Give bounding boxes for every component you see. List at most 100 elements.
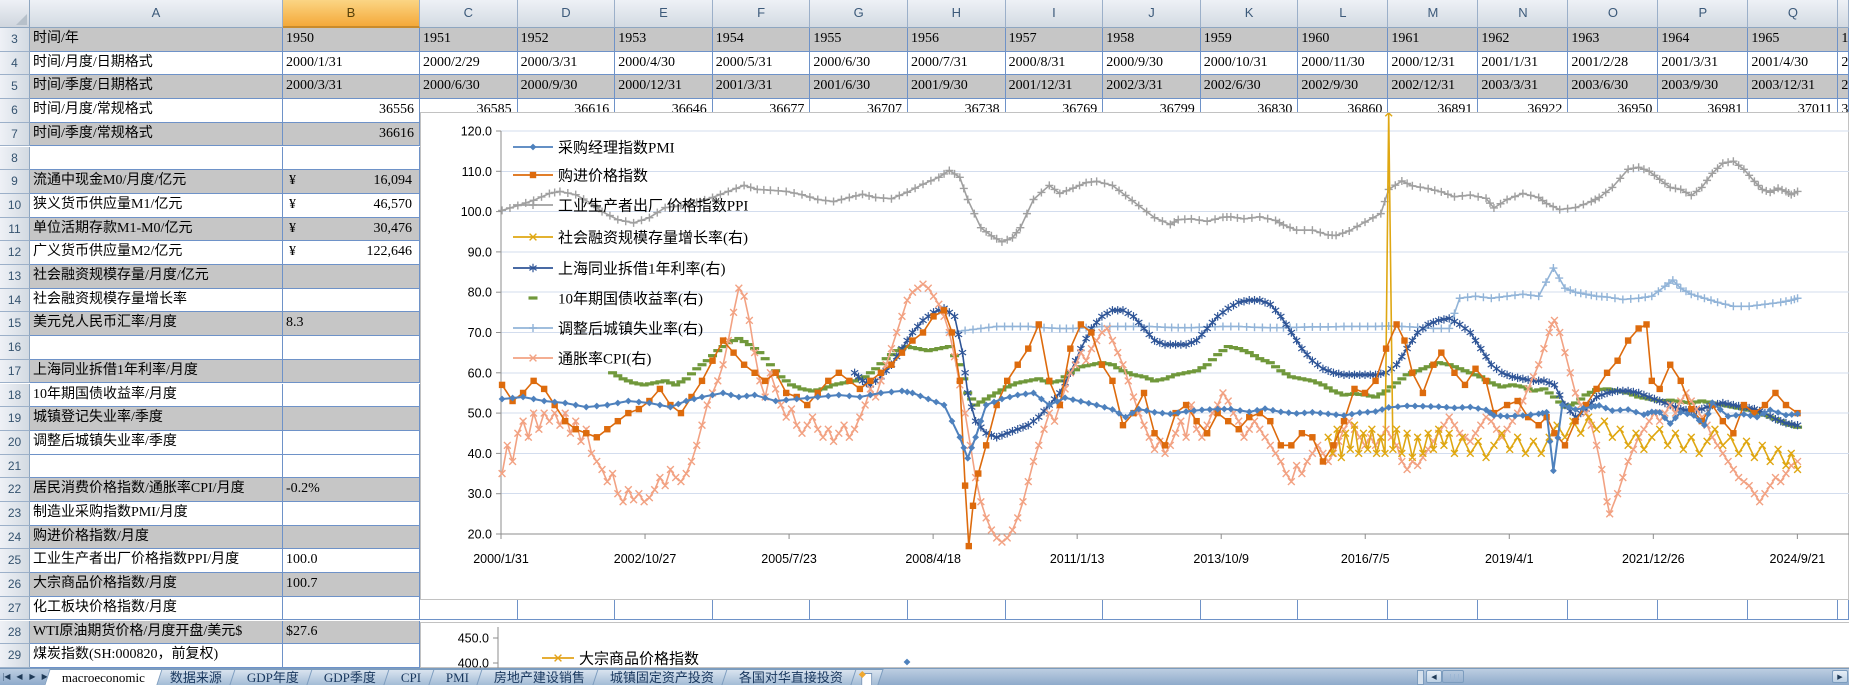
cell-B16[interactable] [283, 336, 420, 360]
row-header-22[interactable]: 22 [0, 478, 30, 502]
column-header-J[interactable]: J [1103, 0, 1201, 28]
cell-A7[interactable]: 时间/季度/常规格式 [30, 122, 283, 147]
cell-B28[interactable]: $27.6 [283, 620, 420, 645]
cell-D3[interactable]: 1952 [517, 28, 616, 52]
cell-F4[interactable]: 2000/5/31 [712, 51, 811, 76]
cell-L3[interactable]: 1960 [1298, 28, 1389, 52]
cell-I5[interactable]: 2001/12/31 [1005, 75, 1104, 100]
cell-B27[interactable] [283, 596, 420, 621]
column-header-I[interactable]: I [1005, 0, 1104, 28]
cell-B23[interactable] [283, 502, 420, 526]
cell-G4[interactable]: 2000/6/30 [810, 51, 908, 76]
cell-M4[interactable]: 2000/12/31 [1388, 51, 1479, 76]
sheet-tab-各国对华直接投资[interactable]: 各国对华直接投资 [721, 669, 862, 685]
cell-B26[interactable]: 100.7 [283, 573, 420, 597]
cell-K5[interactable]: 2002/6/30 [1200, 75, 1299, 100]
cell-H5[interactable]: 2001/9/30 [908, 75, 1006, 100]
cell-B7[interactable]: 36616 [283, 122, 420, 147]
column-header-M[interactable]: M [1388, 0, 1479, 28]
cell-P3[interactable]: 1964 [1658, 28, 1749, 52]
cell-B24[interactable] [283, 525, 420, 550]
cell-P4[interactable]: 2001/3/31 [1658, 51, 1749, 76]
sheet-tab-城镇固定资产投资[interactable]: 城镇固定资产投资 [592, 669, 733, 685]
cell-B17[interactable] [283, 359, 420, 384]
cell-K4[interactable]: 2000/10/31 [1200, 51, 1299, 76]
cell-Q4[interactable]: 2001/4/30 [1748, 51, 1839, 76]
cell-B12[interactable]: ¥122,646 [283, 241, 420, 265]
cell-A20[interactable]: 调整后城镇失业率/季度 [30, 430, 283, 455]
row-header-9[interactable]: 9 [0, 170, 30, 194]
cell-G3[interactable]: 1955 [810, 28, 908, 52]
cell-J5[interactable]: 2002/3/31 [1103, 75, 1201, 100]
row-header-21[interactable]: 21 [0, 454, 30, 479]
cell-A26[interactable]: 大宗商品价格指数/月度 [30, 573, 283, 597]
row-header-16[interactable]: 16 [0, 336, 30, 360]
cell-B8[interactable] [283, 146, 420, 171]
column-header-B[interactable]: B [283, 0, 420, 28]
cell-N4[interactable]: 2001/1/31 [1478, 51, 1569, 76]
cell-overflow-4[interactable]: 2001/5/31 [1838, 51, 1849, 76]
cell-B11[interactable]: ¥30,476 [283, 217, 420, 242]
cell-D4[interactable]: 2000/3/31 [517, 51, 616, 76]
cell-N3[interactable]: 1962 [1478, 28, 1569, 52]
cell-E5[interactable]: 2000/12/31 [615, 75, 713, 100]
column-header-E[interactable]: E [615, 0, 713, 28]
row-header-23[interactable]: 23 [0, 502, 30, 526]
row-header-13[interactable]: 13 [0, 265, 30, 289]
column-header-L[interactable]: L [1298, 0, 1389, 28]
sheet-tab-数据来源[interactable]: 数据来源 [152, 669, 240, 685]
row-header-12[interactable]: 12 [0, 241, 30, 265]
cell-B3[interactable]: 1950 [283, 28, 420, 52]
cell-J3[interactable]: 1958 [1103, 28, 1201, 52]
cell-A22[interactable]: 居民消费价格指数/通胀率CPI/月度 [30, 478, 283, 502]
cell-G5[interactable]: 2001/6/30 [810, 75, 908, 100]
cell-C3[interactable]: 1951 [420, 28, 518, 52]
cell-A8[interactable] [30, 146, 283, 171]
cell-C5[interactable]: 2000/6/30 [420, 75, 518, 100]
cell-A16[interactable] [30, 336, 283, 360]
cell-O3[interactable]: 1963 [1568, 28, 1659, 52]
cell-A28[interactable]: WTI原油期货价格/月度开盘/美元$ [30, 620, 283, 645]
cell-A23[interactable]: 制造业采购指数PMI/月度 [30, 502, 283, 526]
tabs-next-sheet-button[interactable]: ▶ [26, 669, 39, 685]
tabs-previous-sheet-button[interactable]: ◀ [13, 669, 26, 685]
cell-B13[interactable] [283, 265, 420, 289]
tab-split-handle[interactable] [1417, 670, 1424, 685]
macro-indicators-chart[interactable]: 120.0 110.0 100.0 90.0 80.0 70.0 60.0 50.0 40.0 3… [420, 108, 1849, 600]
cell-B9[interactable]: ¥16,094 [283, 170, 420, 194]
sheet-tab-GDP年度[interactable]: GDP年度 [229, 669, 317, 685]
row-header-5[interactable]: 5 [0, 75, 30, 100]
column-header-O[interactable]: O [1568, 0, 1659, 28]
cell-E3[interactable]: 1953 [615, 28, 713, 52]
row-header-28[interactable]: 28 [0, 620, 30, 645]
column-header-A[interactable]: A [30, 0, 283, 28]
cell-A24[interactable]: 购进价格指数/月度 [30, 525, 283, 550]
cell-L5[interactable]: 2002/9/30 [1298, 75, 1389, 100]
cell-F3[interactable]: 1954 [712, 28, 811, 52]
cell-B29[interactable] [283, 644, 420, 668]
row-header-11[interactable]: 11 [0, 217, 30, 242]
cell-A11[interactable]: 单位活期存款M1-M0/亿元 [30, 217, 283, 242]
row-header-19[interactable]: 19 [0, 407, 30, 431]
cell-B6[interactable]: 36556 [283, 99, 420, 123]
row-header-26[interactable]: 26 [0, 573, 30, 597]
sheet-tab-GDP季度[interactable]: GDP季度 [306, 669, 394, 685]
row-header-4[interactable]: 4 [0, 51, 30, 76]
scrollbar-track[interactable] [1464, 669, 1832, 685]
row-header-7[interactable]: 7 [0, 122, 30, 147]
cell-I3[interactable]: 1957 [1005, 28, 1104, 52]
column-header-K[interactable]: K [1200, 0, 1299, 28]
cell-B25[interactable]: 100.0 [283, 549, 420, 574]
sheet-tab-macroeconomic[interactable]: macroeconomic [44, 669, 163, 685]
cell-A13[interactable]: 社会融资规模存量/月度/亿元 [30, 265, 283, 289]
cell-A18[interactable]: 10年期国债收益率/月度 [30, 383, 283, 408]
cell-C4[interactable]: 2000/2/29 [420, 51, 518, 76]
cell-B4[interactable]: 2000/1/31 [283, 51, 420, 76]
cell-A21[interactable] [30, 454, 283, 479]
cell-A6[interactable]: 时间/月度/常规格式 [30, 99, 283, 123]
cell-E4[interactable]: 2000/4/30 [615, 51, 713, 76]
cell-A19[interactable]: 城镇登记失业率/季度 [30, 407, 283, 431]
cell-B15[interactable]: 8.3 [283, 312, 420, 337]
row-header-29[interactable]: 29 [0, 644, 30, 668]
scrollbar-thumb[interactable] [1442, 670, 1464, 683]
